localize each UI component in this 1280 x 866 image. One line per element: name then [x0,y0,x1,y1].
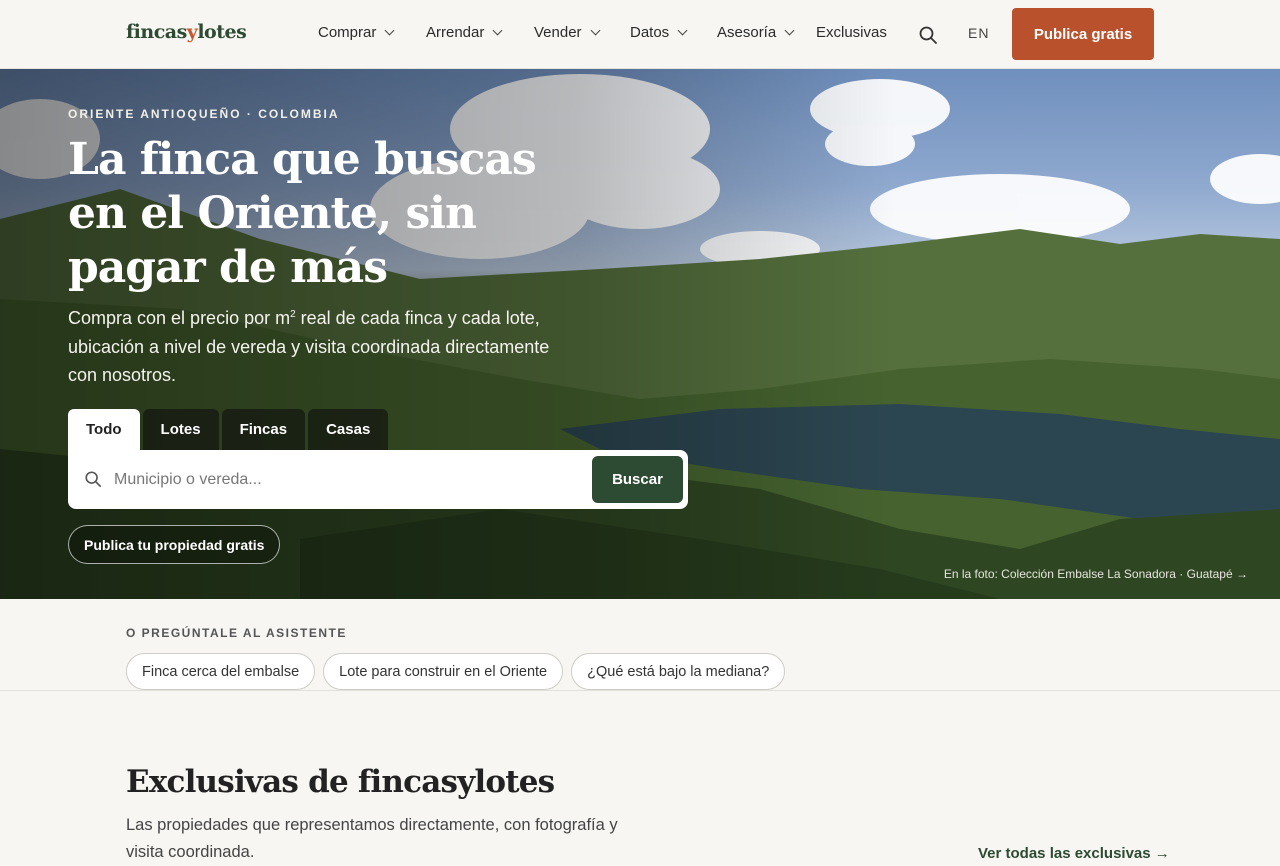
tab-casas[interactable]: Casas [308,409,389,450]
hero-eyebrow: ORIENTE ANTIOQUEÑO · COLOMBIA [68,107,340,121]
site-logo[interactable]: fincasylotes [126,21,247,43]
tab-lotes[interactable]: Lotes [142,409,219,450]
nav-item-exclusivas[interactable]: Exclusivas [816,24,887,41]
nav-label: Asesoría [717,24,777,41]
nav-label: Comprar [318,24,377,41]
nav-label: Datos [630,24,670,41]
logo-text-fincas: fincas [126,21,187,43]
search-icon [84,470,102,488]
logo-text-y: y [186,21,198,43]
nav-label: Vender [534,24,582,41]
location-search-input[interactable] [114,462,584,497]
photo-credit-link[interactable]: En la foto: Colección Embalse La Sonador… [944,567,1248,581]
hero-title: La finca que buscas en el Oriente, sin p… [68,134,537,293]
publish-free-button[interactable]: Publica gratis [1012,8,1154,60]
nav-item-comprar[interactable]: Comprar [318,24,395,41]
assistant-suggestions: Finca cerca del embalse Lote para constr… [126,653,786,690]
hero-section: ORIENTE ANTIOQUEÑO · COLOMBIA La finca q… [0,69,1280,599]
suggestion-chip[interactable]: Finca cerca del embalse [126,653,316,690]
search-button[interactable]: Buscar [592,456,683,503]
nav-label: Exclusivas [816,24,887,41]
tab-todo[interactable]: Todo [68,409,140,450]
publish-property-button[interactable]: Publica tu propiedad gratis [68,525,281,564]
nav-item-vender[interactable]: Vender [534,24,600,41]
chevron-down-icon [492,25,503,36]
hero-subtitle: Compra con el precio por m2 real de cada… [68,301,578,390]
nav-label: Arrendar [426,24,485,41]
search-icon[interactable] [918,25,938,45]
hero-subtitle-text: Compra con el precio por m [68,308,291,328]
property-type-tabs: Todo Lotes Fincas Casas [68,409,389,450]
nav-item-arrendar[interactable]: Arrendar [426,24,503,41]
chevron-down-icon [590,25,600,36]
see-all-exclusives-link[interactable]: Ver todas las exclusivas → [978,845,1170,862]
exclusives-title: Exclusivas de fincasylotes [126,764,555,800]
language-switch[interactable]: EN [968,25,989,41]
suggestion-chip[interactable]: Lote para construir en el Oriente [323,653,564,690]
site-header: fincasylotes Comprar Arrendar Vender Dat… [0,0,1280,69]
nav-item-asesoria[interactable]: Asesoría [717,24,795,41]
assistant-label: O PREGÚNTALE AL ASISTENTE [126,626,347,640]
chevron-down-icon [784,25,795,36]
suggestion-chip[interactable]: ¿Qué está bajo la mediana? [571,653,786,690]
exclusives-subtitle: Las propiedades que representamos direct… [126,816,618,861]
nav-item-datos[interactable]: Datos [630,24,688,41]
tab-fincas[interactable]: Fincas [221,409,306,450]
logo-text-lotes: lotes [197,21,247,43]
section-divider [0,690,1280,691]
search-bar: Buscar [68,450,688,509]
chevron-down-icon [677,25,688,36]
chevron-down-icon [384,25,395,36]
